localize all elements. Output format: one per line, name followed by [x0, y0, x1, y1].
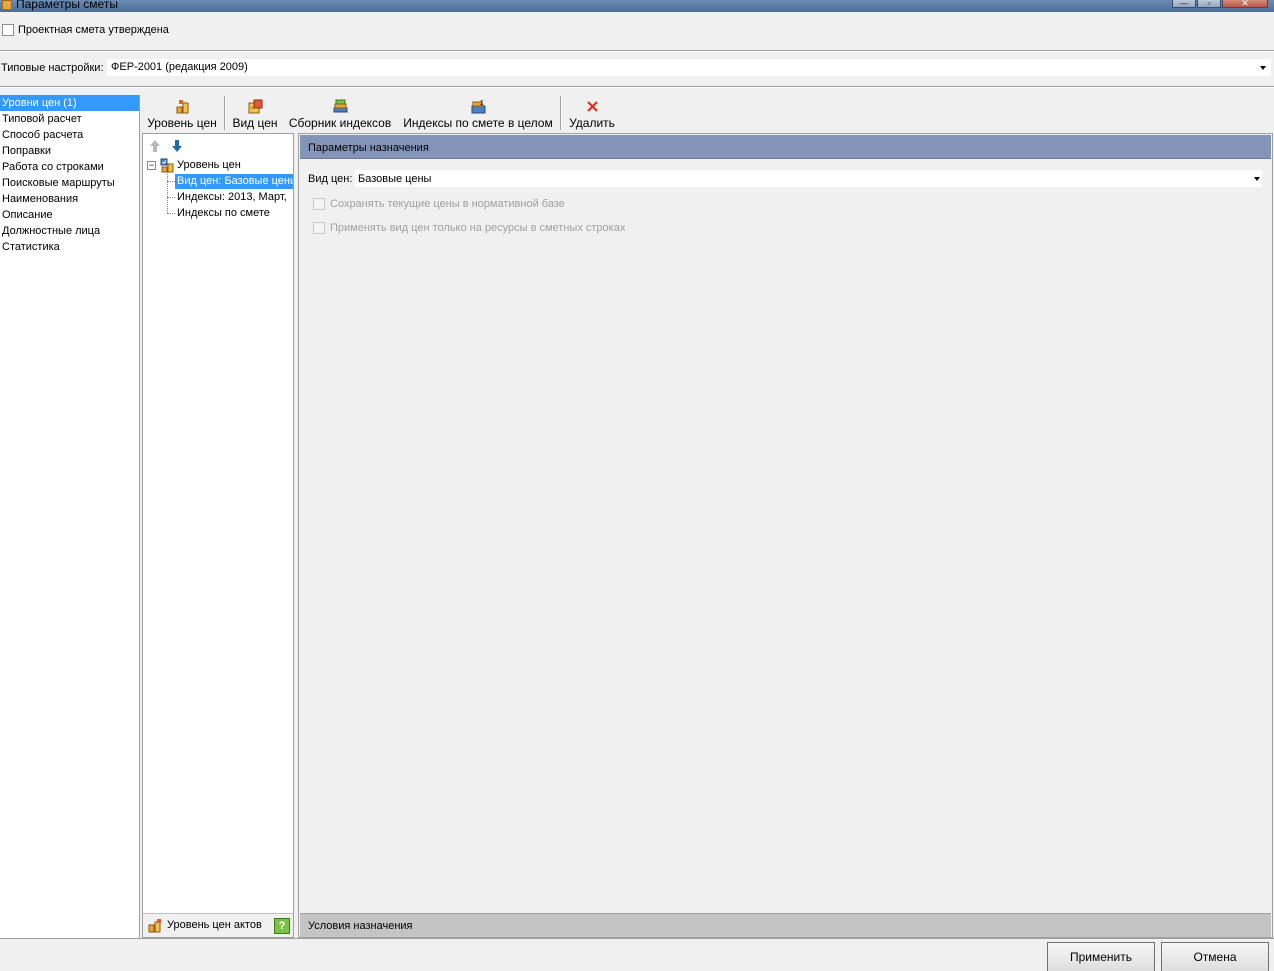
estimate-indices-button[interactable]: Σ Индексы по смете в целом [402, 95, 554, 131]
add-price-level-label: Уровень цен [147, 116, 217, 130]
nav-item-search-routes[interactable]: Поисковые маршруты [0, 175, 139, 191]
delete-icon [587, 101, 598, 112]
assignment-conditions-header[interactable]: Условия назначения [300, 913, 1271, 937]
index-collection-label: Сборник индексов [288, 116, 392, 130]
tree-node-price-level[interactable]: Уровень цен [177, 158, 241, 173]
assignment-params-title: Параметры назначения [308, 142, 429, 154]
move-up-icon[interactable] [149, 139, 161, 153]
estimate-indices-icon: Σ [471, 100, 486, 114]
nav-item-price-levels[interactable]: Уровни цен (1) [0, 95, 139, 111]
divider [0, 50, 1274, 52]
toolbar-separator [224, 96, 226, 130]
estimate-indices-label: Индексы по смете в целом [403, 116, 553, 130]
index-collection-button[interactable]: Сборник индексов [287, 95, 393, 131]
nav-item-description[interactable]: Описание [0, 207, 139, 223]
approved-checkbox-row[interactable]: Проектная смета утверждена [2, 22, 169, 38]
nav-item-names[interactable]: Наименования [0, 191, 139, 207]
price-level-toolbar: Уровень цен Вид цен Сборник индексов Σ И… [141, 95, 1274, 132]
tree-node-price-type[interactable]: Вид цен: Базовые цены [175, 174, 293, 189]
app-icon [2, 0, 12, 10]
maximize-button[interactable]: ▫ [1197, 0, 1221, 8]
typical-settings-row: Типовые настройки: ФЕР-2001 (редакция 20… [0, 59, 1274, 77]
assignment-params-panel: Параметры назначения Вид цен: Базовые це… [298, 133, 1273, 938]
price-type-row: Вид цен: Базовые цены [308, 170, 1264, 188]
tree-connector [167, 197, 175, 198]
toolbar-separator [560, 96, 562, 130]
save-prices-option[interactable]: Сохранять текущие цены в нормативной баз… [313, 196, 565, 212]
minimize-button[interactable]: — [1172, 0, 1196, 8]
assignment-conditions-title: Условия назначения [308, 920, 413, 932]
act-price-level-bar[interactable]: Уровень цен актов ? [143, 913, 293, 937]
typical-settings-value: ФЕР-2001 (редакция 2009) [111, 61, 248, 73]
window-titlebar: Параметры сметы — ▫ ✕ [0, 0, 1274, 12]
window-title: Параметры сметы [16, 0, 118, 11]
price-type-icon [248, 99, 263, 114]
apply-button[interactable]: Применить [1047, 942, 1155, 971]
price-level-node-icon [160, 158, 174, 173]
help-icon[interactable]: ? [274, 918, 290, 934]
add-price-type-button[interactable]: Вид цен [230, 95, 280, 131]
approved-checkbox[interactable] [2, 24, 14, 36]
divider [0, 86, 1274, 88]
settings-nav: Уровни цен (1) Типовой расчет Способ рас… [0, 95, 140, 938]
nav-item-corrections[interactable]: Поправки [0, 143, 139, 159]
tree-connector [167, 213, 175, 214]
tree-node-indices[interactable]: Индексы: 2013, Март, [177, 190, 287, 205]
apply-resources-option[interactable]: Применять вид цен только на ресурсы в см… [313, 220, 625, 236]
close-button[interactable]: ✕ [1222, 0, 1268, 8]
approved-label: Проектная смета утверждена [18, 24, 169, 36]
tree-move-arrows [149, 139, 189, 153]
apply-resources-checkbox[interactable] [313, 222, 325, 234]
price-type-value: Базовые цены [358, 173, 432, 185]
save-prices-label: Сохранять текущие цены в нормативной баз… [330, 198, 565, 210]
chevron-down-icon[interactable] [1254, 177, 1260, 181]
move-down-icon[interactable] [171, 139, 183, 153]
nav-item-row-work[interactable]: Работа со строками [0, 159, 139, 175]
typical-settings-label: Типовые настройки: [1, 62, 104, 74]
act-price-level-label: Уровень цен актов [167, 919, 262, 931]
tree-connector [167, 181, 175, 182]
act-price-level-icon [148, 919, 161, 933]
index-collection-icon [333, 99, 348, 113]
nav-item-typical-calc[interactable]: Типовой расчет [0, 111, 139, 127]
delete-label: Удалить [569, 116, 615, 130]
typical-settings-select[interactable]: ФЕР-2001 (редакция 2009) [107, 59, 1271, 76]
chevron-down-icon[interactable] [1260, 66, 1266, 70]
svg-text:Σ: Σ [480, 100, 484, 107]
tree-connector [167, 172, 168, 213]
nav-item-statistics[interactable]: Статистика [0, 239, 139, 255]
price-level-icon [176, 100, 189, 114]
nav-item-officials[interactable]: Должностные лица [0, 223, 139, 239]
save-prices-checkbox[interactable] [313, 198, 325, 210]
price-level-tree: − Уровень цен Вид цен: Базовые цены Инде… [142, 133, 294, 938]
cancel-button[interactable]: Отмена [1161, 942, 1269, 971]
apply-resources-label: Применять вид цен только на ресурсы в см… [330, 222, 626, 234]
tree-collapse-toggle[interactable]: − [147, 161, 156, 170]
dialog-button-bar: Применить Отмена [0, 938, 1274, 971]
delete-button[interactable]: Удалить [566, 95, 618, 131]
nav-item-calc-method[interactable]: Способ расчета [0, 127, 139, 143]
tree-node-estimate-indices[interactable]: Индексы по смете [177, 206, 270, 221]
add-price-type-label: Вид цен [232, 116, 278, 130]
price-type-label: Вид цен: [308, 173, 353, 185]
add-price-level-button[interactable]: Уровень цен [145, 95, 219, 131]
assignment-params-header[interactable]: Параметры назначения [300, 135, 1271, 159]
price-type-select[interactable]: Базовые цены [355, 170, 1262, 187]
